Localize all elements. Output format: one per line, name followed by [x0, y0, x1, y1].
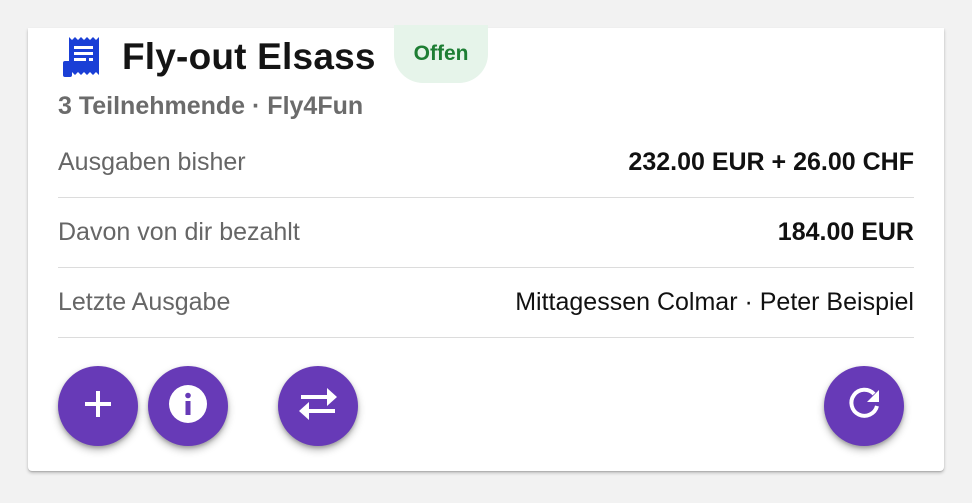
row-label: Ausgaben bisher	[58, 148, 246, 176]
expense-group-card: Fly-out Elsass Offen 3 Teilnehmende · Fl…	[28, 25, 944, 471]
row-value: Mittagessen Colmar · Peter Beispiel	[515, 288, 914, 316]
row-label: Letzte Ausgabe	[58, 288, 231, 316]
summary-row-expenses: Ausgaben bisher 232.00 EUR + 26.00 CHF	[58, 128, 914, 198]
row-value: 184.00 EUR	[777, 218, 914, 246]
add-expense-button[interactable]	[58, 366, 138, 446]
page-title: Fly-out Elsass	[122, 36, 376, 77]
group-subtitle: 3 Teilnehmende · Fly4Fun	[58, 92, 364, 120]
row-label: Davon von dir bezahlt	[58, 218, 300, 246]
row-value: 232.00 EUR + 26.00 CHF	[628, 148, 914, 176]
plus-icon	[82, 388, 114, 425]
summary-list: Ausgaben bisher 232.00 EUR + 26.00 CHF D…	[58, 128, 914, 338]
refresh-button[interactable]	[824, 366, 904, 446]
transfer-button[interactable]	[278, 366, 358, 446]
status-badge: Offen	[393, 25, 489, 83]
summary-row-paid-by-you: Davon von dir bezahlt 184.00 EUR	[58, 198, 914, 268]
swap-arrows-icon	[297, 386, 339, 427]
info-icon	[167, 383, 209, 430]
info-button[interactable]	[148, 366, 228, 446]
refresh-icon	[846, 386, 882, 427]
card-header: Fly-out Elsass Offen	[62, 25, 489, 86]
summary-row-last-expense: Letzte Ausgabe Mittagessen Colmar · Pete…	[58, 268, 914, 338]
receipt-icon	[62, 36, 104, 78]
